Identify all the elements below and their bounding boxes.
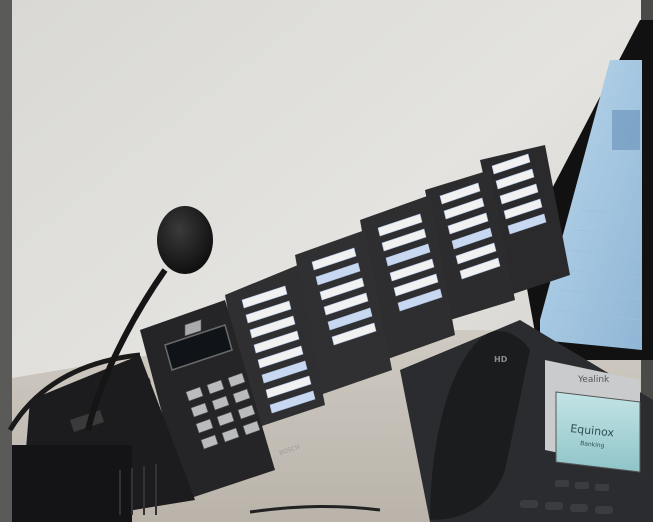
phone-brand-label: Yealink	[577, 375, 610, 385]
phone-badge: HD	[494, 355, 508, 364]
photo-scene: BOSCH HD Yealink Equinox Banking	[0, 0, 653, 522]
microphone-head	[157, 206, 213, 274]
left-border-strip	[0, 0, 12, 522]
